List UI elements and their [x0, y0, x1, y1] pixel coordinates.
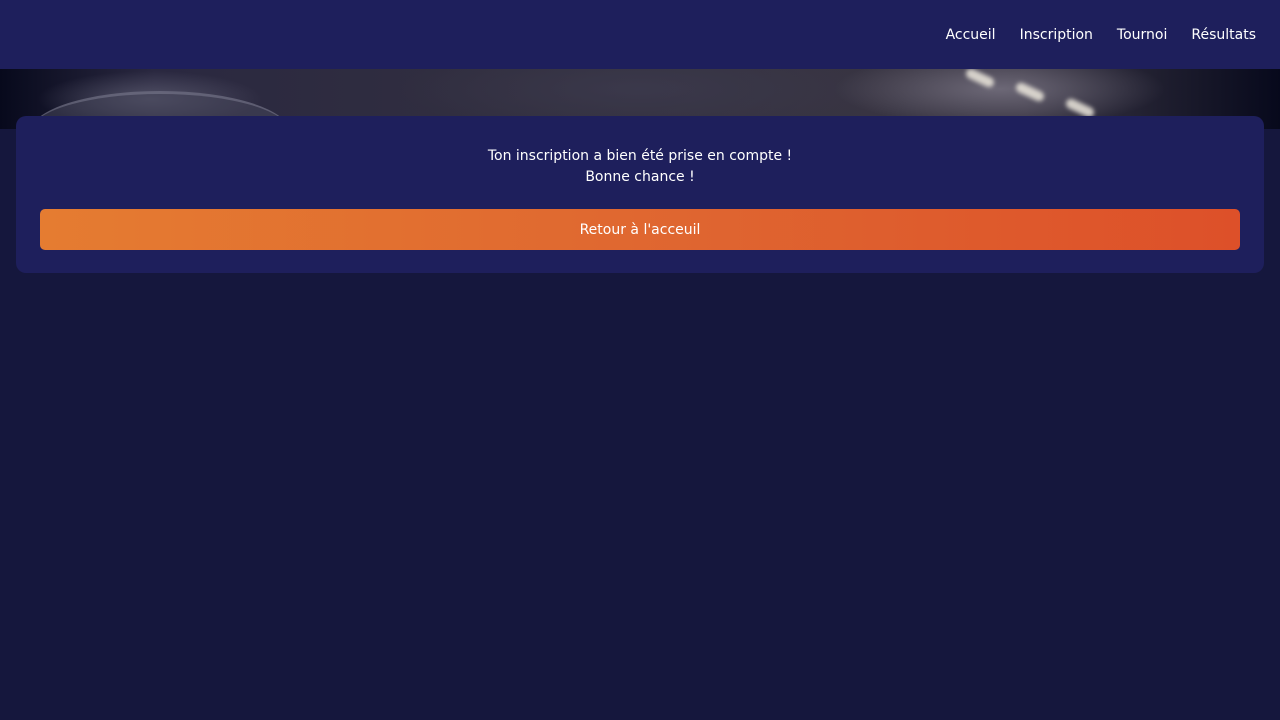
- confirmation-line-2: Bonne chance !: [585, 169, 695, 185]
- nav-link-accueil[interactable]: Accueil: [946, 27, 996, 43]
- confirmation-card: Ton inscription a bien été prise en comp…: [16, 116, 1264, 273]
- hero-light-2: [1014, 81, 1046, 103]
- hero-light-1: [964, 69, 996, 89]
- top-navbar: Accueil Inscription Tournoi Résultats: [0, 0, 1280, 69]
- nav-link-inscription[interactable]: Inscription: [1020, 27, 1093, 43]
- back-to-home-button[interactable]: Retour à l'acceuil: [40, 209, 1240, 250]
- nav-link-tournoi[interactable]: Tournoi: [1117, 27, 1167, 43]
- confirmation-message: Ton inscription a bien été prise en comp…: [40, 146, 1240, 188]
- confirmation-line-1: Ton inscription a bien été prise en comp…: [487, 148, 793, 164]
- nav-link-resultats[interactable]: Résultats: [1191, 27, 1256, 43]
